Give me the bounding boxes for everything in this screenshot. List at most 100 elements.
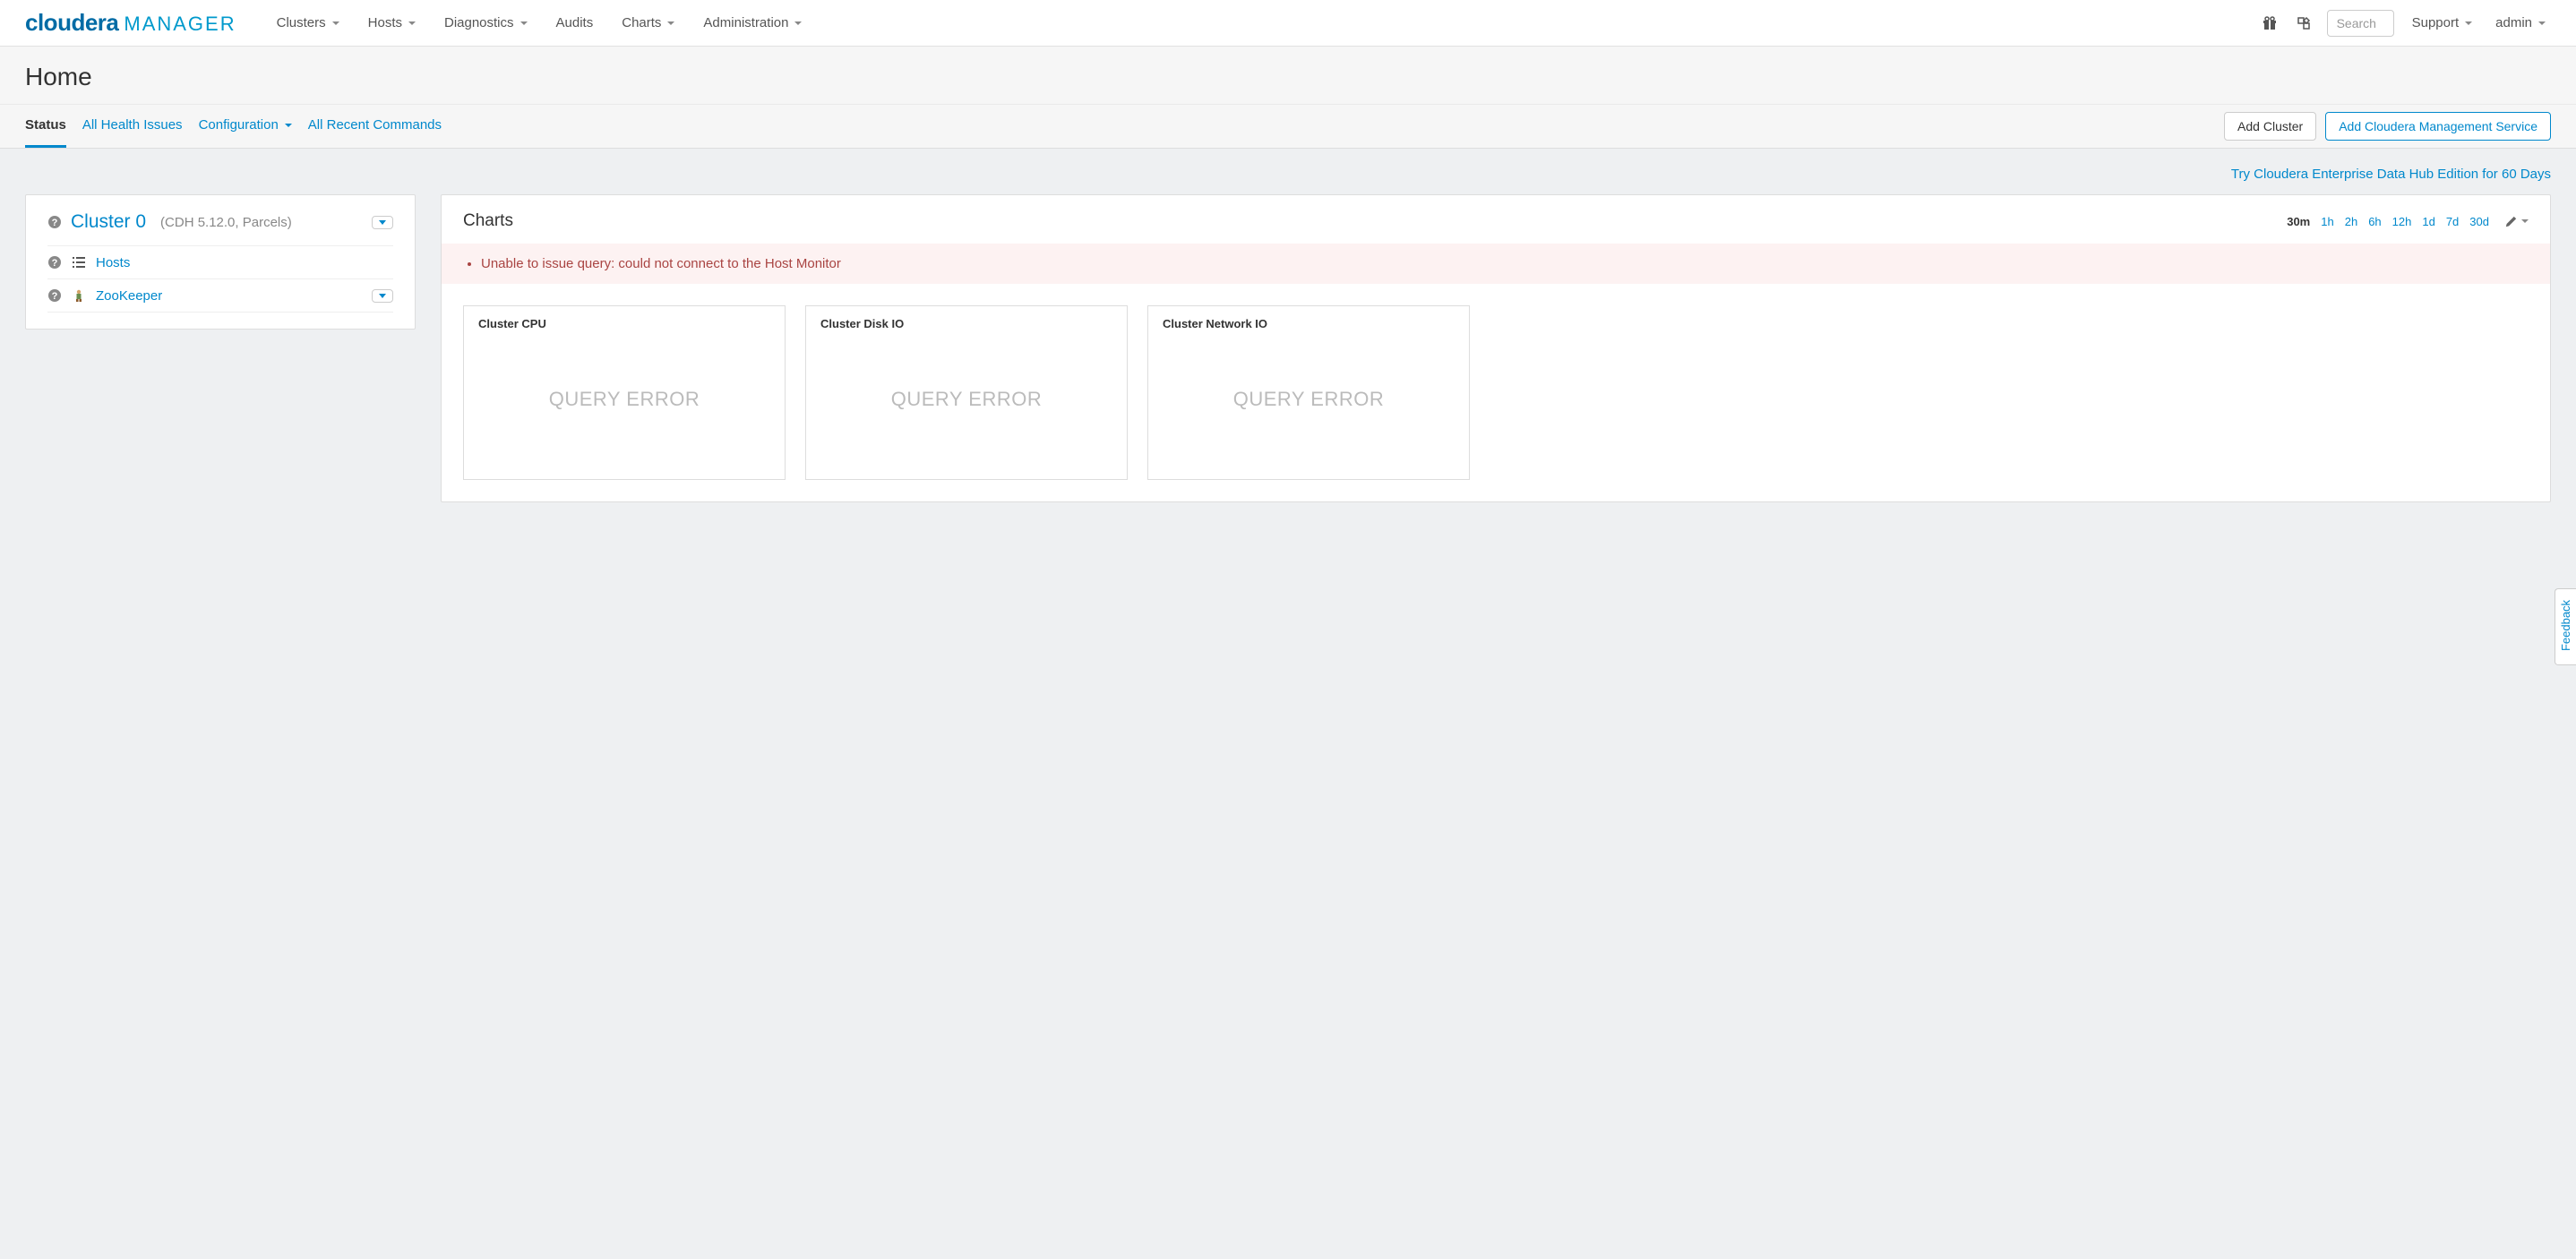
add-management-service-button[interactable]: Add Cloudera Management Service bbox=[2325, 112, 2551, 141]
chart-title: Cluster Network IO bbox=[1163, 317, 1455, 330]
charts-error-alert: Unable to issue query: could not connect… bbox=[442, 244, 2550, 284]
home-tabs: Status All Health Issues Configuration A… bbox=[25, 105, 442, 148]
top-navbar: cloudera MANAGER Clusters Hosts Diagnost… bbox=[0, 0, 2576, 47]
nav-charts-label: Charts bbox=[622, 15, 661, 30]
primary-nav: Clusters Hosts Diagnostics Audits Charts… bbox=[263, 8, 816, 38]
add-cluster-button[interactable]: Add Cluster bbox=[2224, 112, 2316, 141]
content-row: ? Cluster 0 (CDH 5.12.0, Parcels) ? Host… bbox=[25, 194, 2551, 502]
svg-text:?: ? bbox=[52, 258, 58, 269]
nav-clusters-label: Clusters bbox=[277, 15, 326, 30]
service-row-hosts: ? Hosts bbox=[47, 245, 393, 278]
nav-administration-label: Administration bbox=[703, 15, 788, 30]
feedback-label: Feedback bbox=[2559, 600, 2572, 651]
cluster-name-link[interactable]: Cluster 0 bbox=[71, 211, 146, 233]
service-list: ? Hosts ? ZooKeeper bbox=[47, 245, 393, 313]
nav-administration[interactable]: Administration bbox=[690, 8, 815, 38]
tab-health-issues-label: All Health Issues bbox=[82, 117, 183, 133]
service-row-zookeeper: ? ZooKeeper bbox=[47, 278, 393, 313]
chart-card-network-io: Cluster Network IO QUERY ERROR bbox=[1147, 305, 1470, 480]
query-error-text: QUERY ERROR bbox=[549, 388, 700, 411]
help-icon[interactable]: ? bbox=[47, 288, 62, 303]
zookeeper-icon bbox=[71, 287, 87, 304]
time-1d[interactable]: 1d bbox=[2422, 215, 2434, 228]
caret-down-icon bbox=[2538, 21, 2546, 25]
tab-status[interactable]: Status bbox=[25, 105, 66, 148]
search-input[interactable] bbox=[2327, 10, 2394, 37]
chart-title: Cluster Disk IO bbox=[820, 317, 1112, 330]
nav-diagnostics[interactable]: Diagnostics bbox=[431, 8, 541, 38]
chart-body: QUERY ERROR bbox=[478, 330, 770, 468]
time-30m[interactable]: 30m bbox=[2287, 215, 2310, 228]
chart-body: QUERY ERROR bbox=[820, 330, 1112, 468]
parcels-icon[interactable] bbox=[2293, 13, 2314, 34]
chart-card-disk-io: Cluster Disk IO QUERY ERROR bbox=[805, 305, 1128, 480]
nav-charts[interactable]: Charts bbox=[608, 8, 688, 38]
nav-diagnostics-label: Diagnostics bbox=[444, 15, 514, 30]
brand-logo[interactable]: cloudera MANAGER bbox=[25, 9, 236, 37]
time-7d[interactable]: 7d bbox=[2446, 215, 2459, 228]
tab-health-issues[interactable]: All Health Issues bbox=[82, 105, 183, 148]
brand-manager-text: MANAGER bbox=[124, 13, 236, 36]
time-2h[interactable]: 2h bbox=[2345, 215, 2357, 228]
charts-panel: Charts 30m 1h 2h 6h 12h 1d 7d 30d bbox=[441, 194, 2551, 502]
tab-configuration[interactable]: Configuration bbox=[199, 105, 292, 148]
tab-recent-commands-label: All Recent Commands bbox=[308, 117, 442, 133]
nav-hosts[interactable]: Hosts bbox=[355, 8, 429, 38]
help-icon[interactable]: ? bbox=[47, 255, 62, 270]
edit-charts-dropdown[interactable] bbox=[2505, 216, 2529, 227]
error-message: Unable to issue query: could not connect… bbox=[481, 256, 2529, 271]
svg-text:?: ? bbox=[52, 291, 58, 302]
navbar-right: Support admin bbox=[2259, 8, 2551, 38]
cluster-header: ? Cluster 0 (CDH 5.12.0, Parcels) bbox=[47, 211, 393, 233]
caret-down-icon bbox=[285, 124, 292, 127]
page-title: Home bbox=[25, 63, 2551, 91]
caret-down-icon bbox=[408, 21, 416, 25]
caret-down-icon bbox=[2465, 21, 2472, 25]
pencil-icon bbox=[2505, 216, 2517, 227]
tab-configuration-label: Configuration bbox=[199, 117, 279, 133]
gift-icon[interactable] bbox=[2259, 13, 2280, 34]
zookeeper-actions-dropdown[interactable] bbox=[372, 289, 393, 303]
caret-down-icon bbox=[332, 21, 339, 25]
caret-down-icon bbox=[379, 220, 386, 225]
hosts-list-icon bbox=[71, 254, 87, 270]
help-icon[interactable]: ? bbox=[47, 215, 62, 229]
caret-down-icon bbox=[794, 21, 802, 25]
tabs-bar: Status All Health Issues Configuration A… bbox=[0, 105, 2576, 149]
chart-title: Cluster CPU bbox=[478, 317, 770, 330]
svg-text:?: ? bbox=[52, 218, 58, 228]
tabs-actions: Add Cluster Add Cloudera Management Serv… bbox=[2224, 105, 2551, 148]
charts-grid: Cluster CPU QUERY ERROR Cluster Disk IO … bbox=[442, 284, 2550, 501]
tab-recent-commands[interactable]: All Recent Commands bbox=[308, 105, 442, 148]
query-error-text: QUERY ERROR bbox=[891, 388, 1043, 411]
hosts-link[interactable]: Hosts bbox=[96, 255, 130, 270]
time-30d[interactable]: 30d bbox=[2469, 215, 2489, 228]
trial-banner: Try Cloudera Enterprise Data Hub Edition… bbox=[25, 149, 2551, 194]
nav-clusters[interactable]: Clusters bbox=[263, 8, 353, 38]
caret-down-icon bbox=[379, 294, 386, 298]
nav-user[interactable]: admin bbox=[2490, 8, 2551, 38]
nav-hosts-label: Hosts bbox=[368, 15, 402, 30]
time-12h[interactable]: 12h bbox=[2392, 215, 2412, 228]
charts-header: Charts 30m 1h 2h 6h 12h 1d 7d 30d bbox=[442, 195, 2550, 244]
cluster-actions-dropdown[interactable] bbox=[372, 216, 393, 229]
nav-support[interactable]: Support bbox=[2407, 8, 2478, 38]
nav-audits[interactable]: Audits bbox=[543, 8, 607, 38]
time-6h[interactable]: 6h bbox=[2368, 215, 2381, 228]
trial-link[interactable]: Try Cloudera Enterprise Data Hub Edition… bbox=[2231, 167, 2551, 182]
time-range-selector: 30m 1h 2h 6h 12h 1d 7d 30d bbox=[2287, 215, 2529, 228]
content-area: Try Cloudera Enterprise Data Hub Edition… bbox=[0, 149, 2576, 1259]
nav-audits-label: Audits bbox=[556, 15, 594, 30]
charts-title: Charts bbox=[463, 211, 513, 231]
feedback-tab[interactable]: Feedback bbox=[2555, 588, 2576, 665]
caret-down-icon bbox=[2521, 219, 2529, 223]
chart-body: QUERY ERROR bbox=[1163, 330, 1455, 468]
nav-user-label: admin bbox=[2495, 15, 2532, 30]
query-error-text: QUERY ERROR bbox=[1233, 388, 1385, 411]
caret-down-icon bbox=[520, 21, 528, 25]
zookeeper-link[interactable]: ZooKeeper bbox=[96, 288, 162, 304]
time-1h[interactable]: 1h bbox=[2321, 215, 2333, 228]
brand-cloudera-text: cloudera bbox=[25, 9, 118, 37]
page-header: Home bbox=[0, 47, 2576, 105]
caret-down-icon bbox=[667, 21, 674, 25]
